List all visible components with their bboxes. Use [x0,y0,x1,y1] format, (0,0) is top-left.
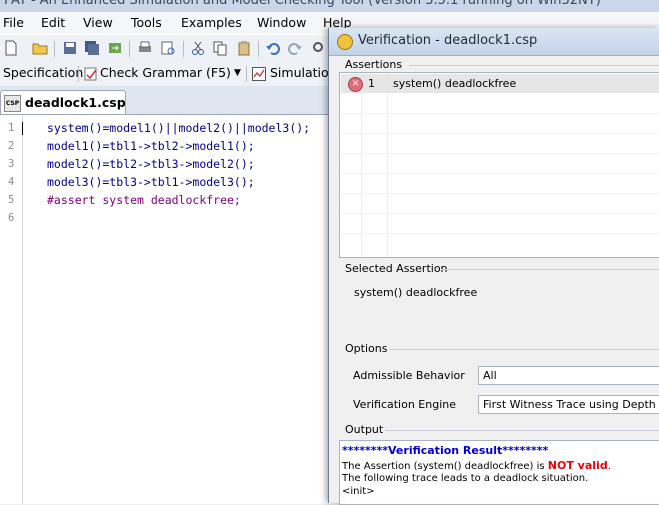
list-row-divider [340,213,659,214]
copy-icon[interactable] [212,40,228,56]
check-grammar-button[interactable]: Check Grammar (F5) [100,65,231,80]
line-number: 4 [8,176,15,188]
not-valid-text: NOT valid [547,459,608,472]
group-divider [385,430,659,431]
list-row-divider [340,193,659,194]
open-folder-icon[interactable] [32,40,48,56]
document-tab-label: deadlock1.csp [25,95,126,110]
dropdown-arrow-icon[interactable]: ▼ [234,68,241,78]
admissible-behavior-select[interactable]: All [478,366,659,385]
selected-assertion-text: system() deadlockfree [354,286,478,299]
save-all-icon[interactable] [84,40,100,56]
menu-view[interactable]: View [83,15,113,30]
output-panel[interactable]: ********Verification Result******** The … [339,440,659,505]
toolbar-separator [129,41,130,57]
list-column-divider [361,73,362,257]
dialog-title: Verification - deadlock1.csp [358,33,538,48]
options-group-label: Options [345,342,388,355]
simulation-icon [252,67,266,81]
code-editor[interactable]: 1 2 3 4 5 6 system()=model1()||model2()|… [0,114,335,504]
line-number: 1 [8,122,15,134]
list-row-divider [340,133,659,134]
new-file-icon[interactable] [3,40,19,56]
toolbar-separator [258,41,259,57]
assertion-text: system() deadlockfree [393,77,517,90]
paste-icon[interactable] [236,40,252,56]
redo-icon[interactable] [287,40,303,56]
output-line-text: The Assertion (system() deadlockfree) is [342,461,548,472]
assertions-list[interactable]: ✕ 1 system() deadlockfree [339,72,659,258]
admissible-behavior-label: Admissible Behavior [353,369,465,382]
group-divider [409,65,659,66]
menu-window[interactable]: Window [257,15,306,30]
window-title: PAT - An Enhanced Simulation and Model C… [4,0,601,8]
assertion-row[interactable]: ✕ 1 system() deadlockfree [341,74,659,93]
menu-examples[interactable]: Examples [181,15,242,30]
menu-tools[interactable]: Tools [131,15,162,30]
list-row-divider [340,113,659,114]
toolbar-separator [246,66,247,82]
cut-icon[interactable] [190,40,206,56]
output-line-suffix: . [607,461,611,472]
csp-file-icon: CSP [4,95,21,112]
list-row-divider [340,173,659,174]
verification-icon [337,34,353,50]
check-grammar-icon [84,67,97,81]
menu-edit[interactable]: Edit [41,15,65,30]
group-divider [389,349,659,350]
verification-dialog: Verification - deadlock1.csp Assertions … [328,28,659,505]
code-line: model1()=tbl1->tbl2->model1(); [47,139,255,153]
selected-assertion-label: Selected Assertion [345,262,448,275]
output-line: The following trace leads to a deadlock … [342,473,589,484]
save-icon[interactable] [62,40,78,56]
document-tab[interactable]: CSP deadlock1.csp [0,90,126,115]
x-circle-icon: ✕ [348,77,363,92]
verification-engine-label: Verification Engine [353,398,457,411]
output-line: The Assertion (system() deadlockfree) is… [342,459,611,472]
window-title-bar: PAT - An Enhanced Simulation and Model C… [0,0,659,12]
menu-file[interactable]: File [3,15,24,30]
print-preview-icon[interactable] [160,40,176,56]
code-line: #assert system deadlockfree; [47,193,241,207]
find-icon[interactable] [311,40,327,56]
list-column-divider [387,73,388,257]
verification-engine-select[interactable]: First Witness Trace using Depth First [478,395,659,414]
specification-button[interactable]: Specification [3,65,83,80]
text-caret [22,122,23,135]
admissible-behavior-value: All [483,369,497,382]
document-tab-bar: CSP deadlock1.csp [0,86,335,115]
dialog-title-bar[interactable]: Verification - deadlock1.csp [329,28,659,56]
line-number: 6 [8,212,15,224]
list-row-divider [340,233,659,234]
export-icon[interactable] [107,40,123,56]
line-number: 3 [8,158,15,170]
code-line: model3()=tbl3->tbl1->model3(); [47,175,255,189]
simulation-button[interactable]: Simulation [270,65,337,80]
list-row-divider [340,153,659,154]
code-line: model2()=tbl2->tbl3->model2(); [47,157,255,171]
group-divider [441,269,659,270]
verification-engine-value: First Witness Trace using Depth First [483,398,659,411]
output-group-label: Output [345,423,384,436]
assertion-index: 1 [368,77,375,90]
output-result-header: ********Verification Result******** [342,444,549,457]
output-line: <init> [342,486,375,497]
toolbar-separator [54,41,55,57]
toolbar-separator [78,66,79,82]
code-line: system()=model1()||model2()||model3(); [47,121,311,135]
line-number: 2 [8,140,15,152]
line-number-gutter: 1 2 3 4 5 6 [0,115,23,504]
toolbar-separator [183,41,184,57]
undo-icon[interactable] [265,40,281,56]
line-number: 5 [8,194,15,206]
assertions-group-label: Assertions [345,58,403,71]
print-icon[interactable] [137,40,153,56]
